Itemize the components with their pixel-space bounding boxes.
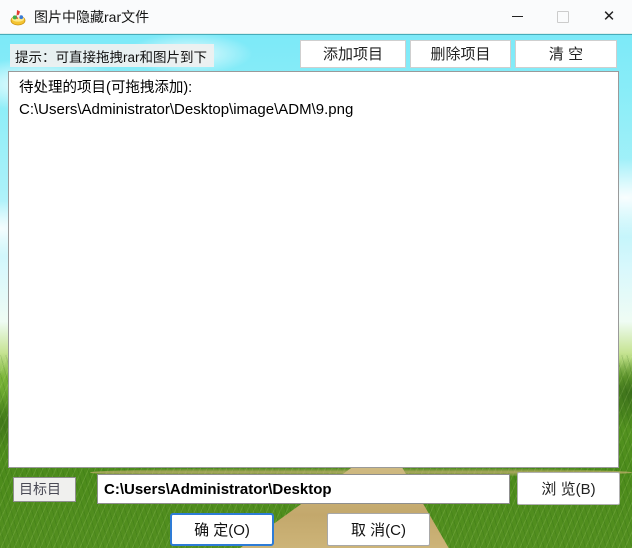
drag-hint-label: 提示：可直接拖拽rar和图片到下 <box>10 44 214 67</box>
minimize-icon <box>512 16 523 17</box>
target-dir-input[interactable] <box>97 474 510 504</box>
app-icon <box>9 8 27 26</box>
maximize-icon <box>557 11 569 23</box>
delete-items-button[interactable]: 删除项目 <box>410 40 511 68</box>
list-item[interactable]: C:\Users\Administrator\Desktop\image\ADM… <box>19 99 608 121</box>
close-button[interactable]: ✕ <box>586 0 632 33</box>
target-dir-label: 目标目 <box>13 477 76 502</box>
list-header: 待处理的项目(可拖拽添加): <box>19 77 608 99</box>
add-items-button[interactable]: 添加项目 <box>300 40 406 68</box>
title-bar: 图片中隐藏rar文件 ✕ <box>0 0 632 34</box>
browse-button[interactable]: 浏 览(B) <box>517 472 620 505</box>
maximize-button[interactable] <box>540 0 586 33</box>
cancel-button[interactable]: 取 消(C) <box>327 513 430 546</box>
ok-button[interactable]: 确 定(O) <box>170 513 274 546</box>
caption-buttons: ✕ <box>494 0 632 33</box>
close-icon: ✕ <box>603 9 616 24</box>
window-title: 图片中隐藏rar文件 <box>34 7 149 27</box>
clear-button[interactable]: 清 空 <box>515 40 617 68</box>
minimize-button[interactable] <box>494 0 540 33</box>
pending-items-list[interactable]: 待处理的项目(可拖拽添加): C:\Users\Administrator\De… <box>8 71 619 468</box>
dialog-window: 图片中隐藏rar文件 ✕ 提示：可直接拖拽rar和图片到下 添加项目 删除项目 … <box>0 0 632 548</box>
